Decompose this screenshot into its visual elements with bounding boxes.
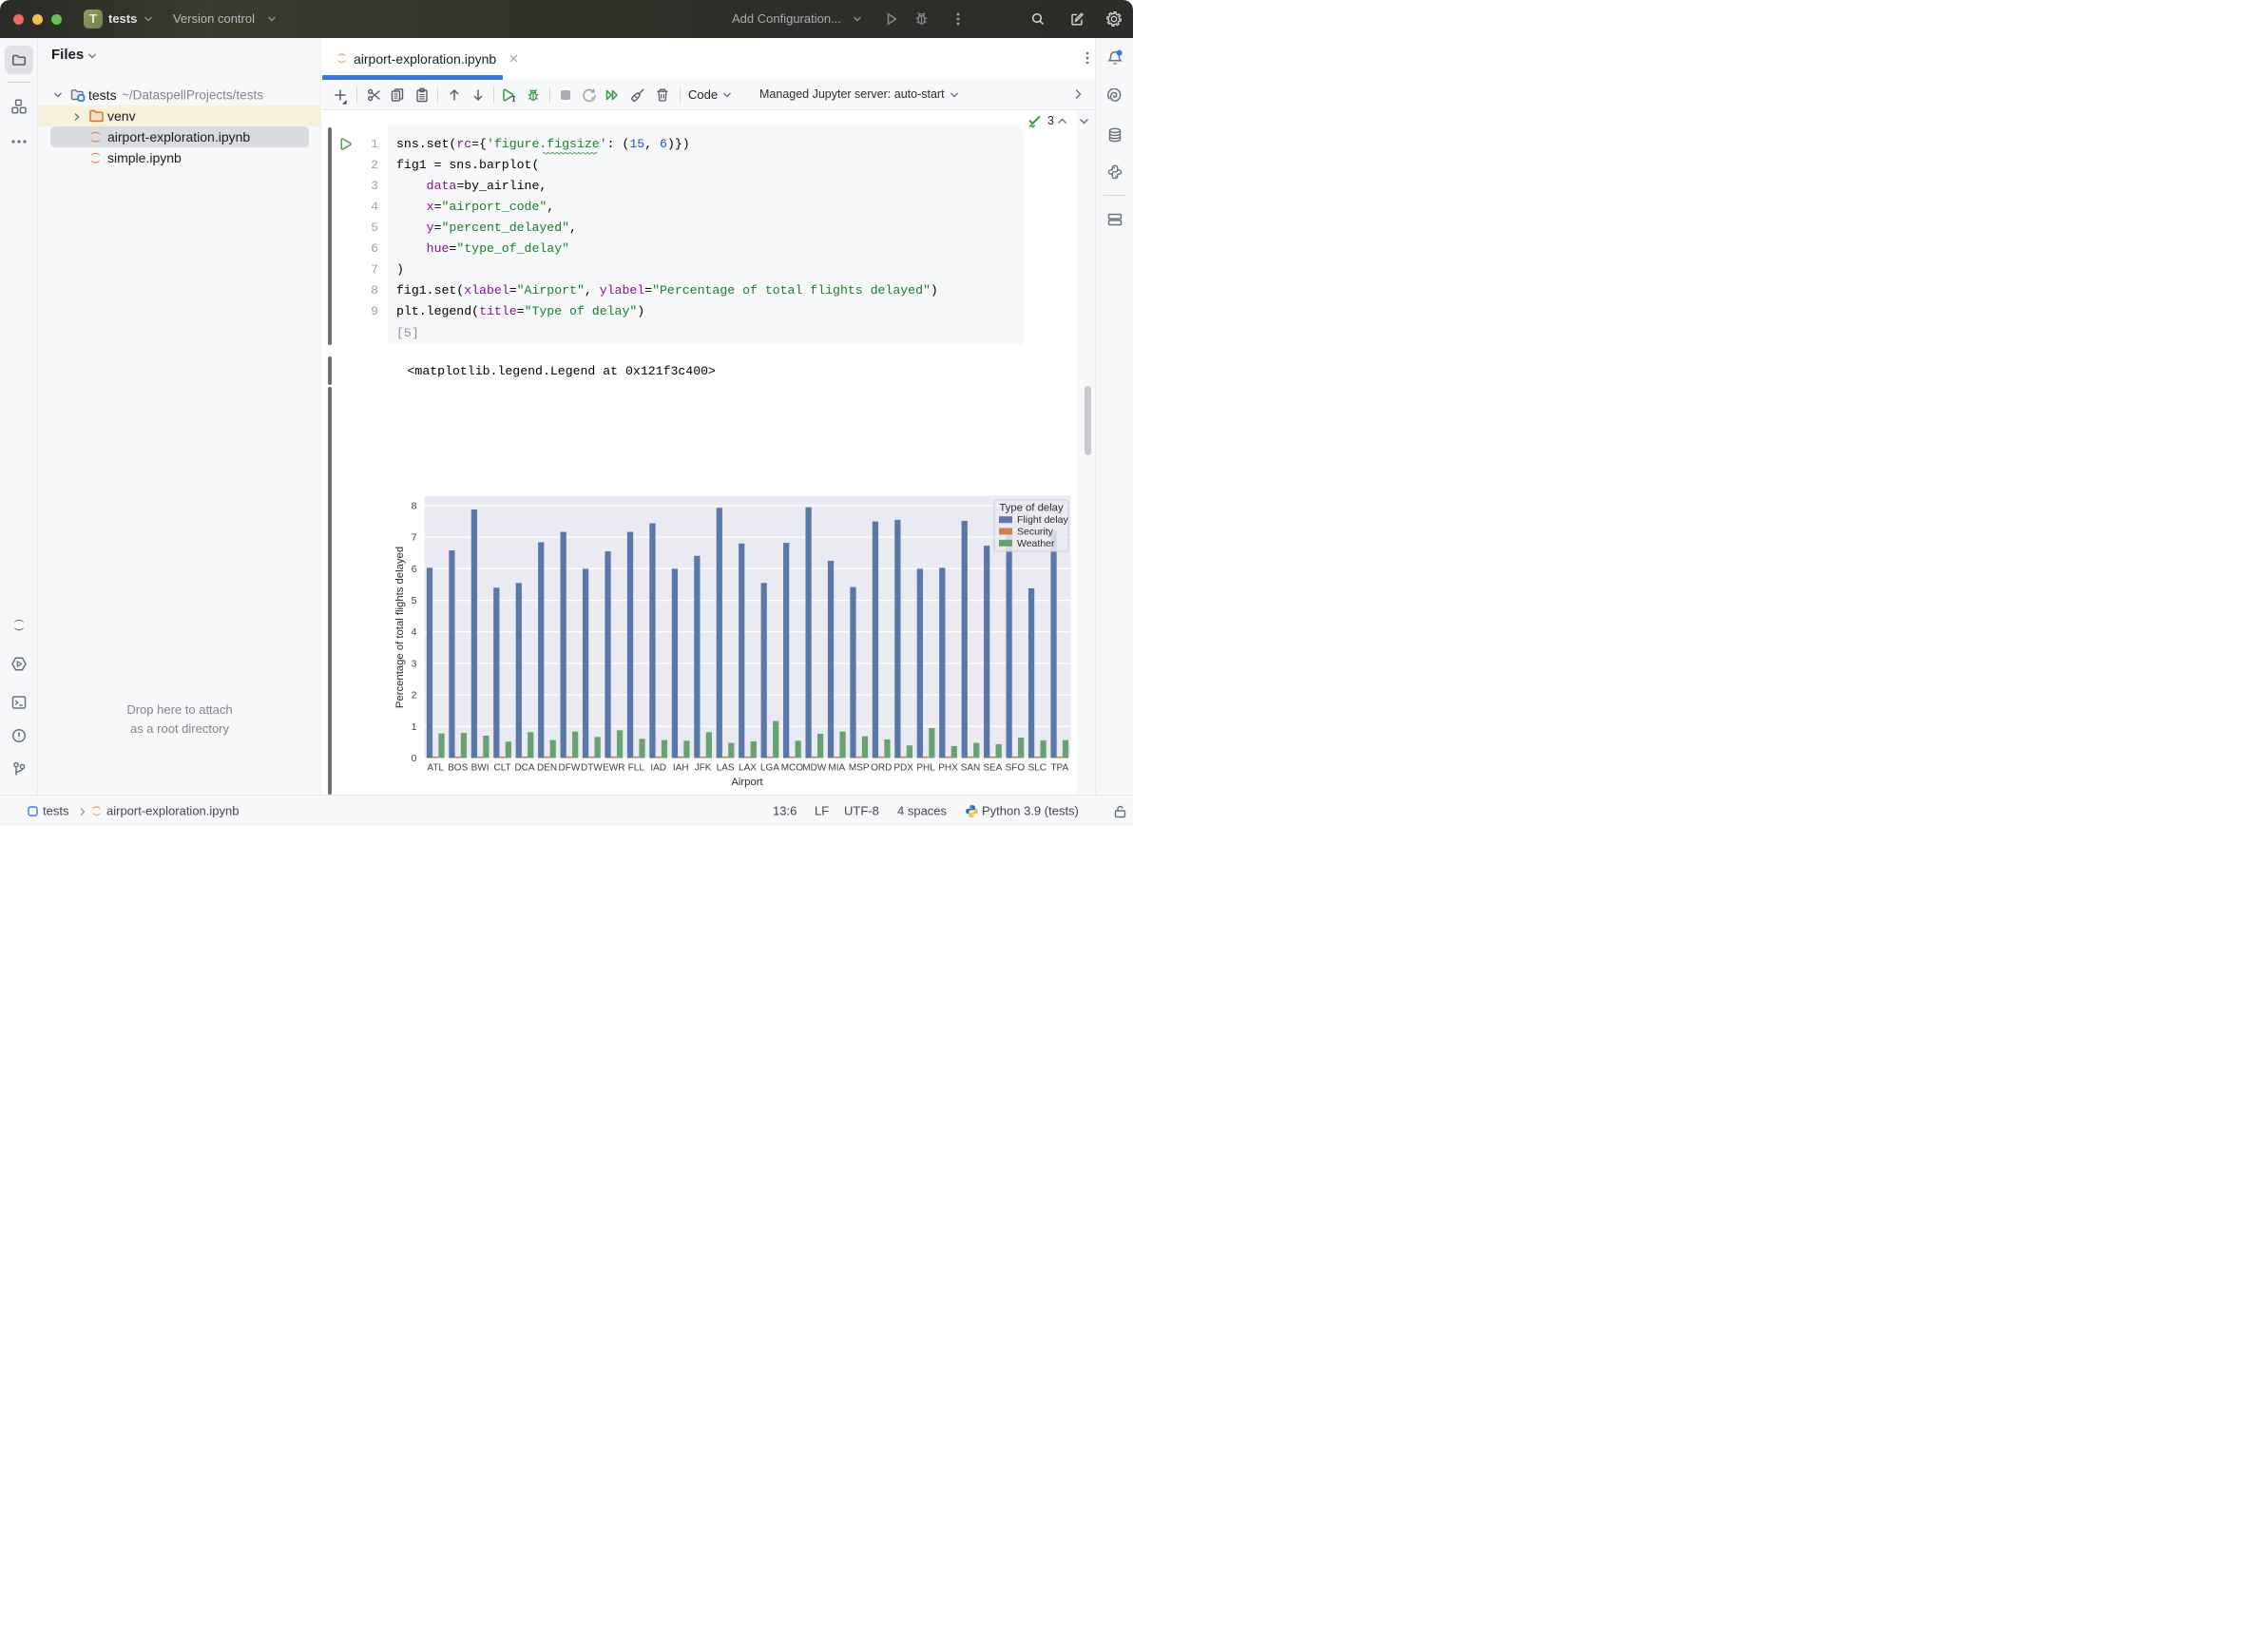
svg-text:CLT: CLT [494, 763, 511, 774]
svg-text:MDW: MDW [802, 763, 827, 774]
svg-text:Airport: Airport [731, 777, 763, 788]
svg-text:ORD: ORD [871, 763, 892, 774]
svg-text:SAN: SAN [961, 763, 981, 774]
svg-text:BWI: BWI [471, 763, 490, 774]
svg-text:FLL: FLL [628, 763, 645, 774]
svg-text:Security: Security [1017, 527, 1054, 538]
svg-text:8: 8 [412, 501, 417, 512]
svg-text:PDX: PDX [893, 763, 913, 774]
svg-text:PHX: PHX [938, 763, 958, 774]
svg-text:DTW: DTW [581, 763, 603, 774]
svg-text:Percentage of total flights de: Percentage of total flights delayed [394, 547, 406, 708]
svg-text:JFK: JFK [695, 763, 712, 774]
svg-text:7: 7 [412, 532, 417, 544]
svg-text:TPA: TPA [1050, 763, 1068, 774]
svg-text:DCA: DCA [514, 763, 534, 774]
svg-text:SFO: SFO [1006, 763, 1026, 774]
svg-text:LAX: LAX [739, 763, 757, 774]
svg-text:5: 5 [412, 595, 417, 606]
svg-text:IAD: IAD [650, 763, 666, 774]
svg-text:Type of delay: Type of delay [999, 503, 1064, 514]
svg-text:SLC: SLC [1028, 763, 1047, 774]
svg-text:EWR: EWR [603, 763, 624, 774]
svg-text:2: 2 [412, 690, 417, 701]
svg-text:6: 6 [412, 564, 417, 575]
svg-text:DFW: DFW [559, 763, 581, 774]
svg-text:Flight delay: Flight delay [1017, 514, 1068, 526]
svg-text:BOS: BOS [448, 763, 468, 774]
svg-text:LAS: LAS [717, 763, 735, 774]
svg-text:MSP: MSP [849, 763, 870, 774]
svg-text:MCO: MCO [781, 763, 804, 774]
svg-text:MIA: MIA [828, 763, 845, 774]
svg-text:1: 1 [412, 721, 417, 733]
svg-text:Weather: Weather [1017, 538, 1055, 549]
svg-text:4: 4 [412, 626, 417, 638]
svg-text:IAH: IAH [673, 763, 689, 774]
svg-text:ATL: ATL [427, 763, 444, 774]
svg-text:3: 3 [412, 658, 417, 669]
svg-text:LGA: LGA [760, 763, 779, 774]
svg-text:0: 0 [412, 753, 417, 764]
svg-text:DEN: DEN [537, 763, 557, 774]
svg-text:SEA: SEA [983, 763, 1002, 774]
svg-text:PHL: PHL [916, 763, 935, 774]
